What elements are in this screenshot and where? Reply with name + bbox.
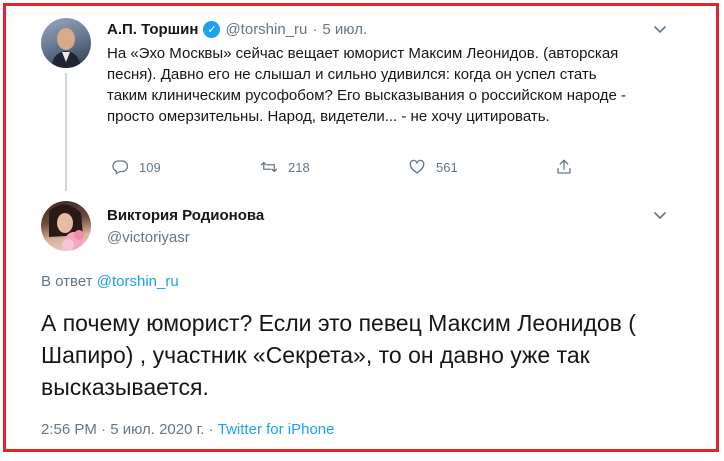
chevron-down-icon[interactable] [652,207,668,223]
tweet-text: На «Эхо Москвы» сейчас вещает юморист Ма… [107,45,626,125]
like-icon [409,159,425,174]
author-name[interactable]: А.П. Торшин [107,21,198,38]
share-button[interactable] [555,158,573,176]
retweet-count: 218 [288,159,310,175]
verified-badge-icon: ✓ [203,20,221,38]
author-handle[interactable]: @torshin_ru [225,21,307,38]
author-name[interactable]: Виктория Родионова [107,207,264,224]
reply-count: 109 [139,159,161,175]
reply-prefix: В ответ [41,273,93,290]
share-icon [557,159,571,174]
reply-context: В ответ @torshin_ru [41,273,179,290]
tweet-header: А.П. Торшин ✓ @torshin_ru · 5 июл. [107,19,367,39]
retweet-icon [260,161,278,173]
retweet-button[interactable]: 218 [260,158,310,176]
avatar[interactable] [41,18,91,68]
reply-icon [112,160,129,175]
separator: · [312,20,318,38]
like-button[interactable]: 561 [408,158,458,176]
reply-text: А почему юморист? Если это певец Максим … [41,310,636,400]
source-link[interactable]: Twitter for iPhone [218,421,335,438]
thread-line [65,73,67,191]
tweet-date[interactable]: 5 июл. [322,21,367,38]
tweet-actions: 109 218 561 [107,158,587,180]
tweet-timestamp[interactable]: 2:56 PM · 5 июл. 2020 г. · [41,421,218,438]
like-count: 561 [436,159,458,175]
author-handle[interactable]: @victoriyasr [107,229,190,246]
reply-button[interactable]: 109 [111,158,161,176]
chevron-down-icon[interactable] [652,21,668,37]
tweet-meta: 2:56 PM · 5 июл. 2020 г. · Twitter for i… [41,421,334,438]
reply-to-link[interactable]: @torshin_ru [97,273,179,290]
avatar[interactable] [41,201,91,251]
